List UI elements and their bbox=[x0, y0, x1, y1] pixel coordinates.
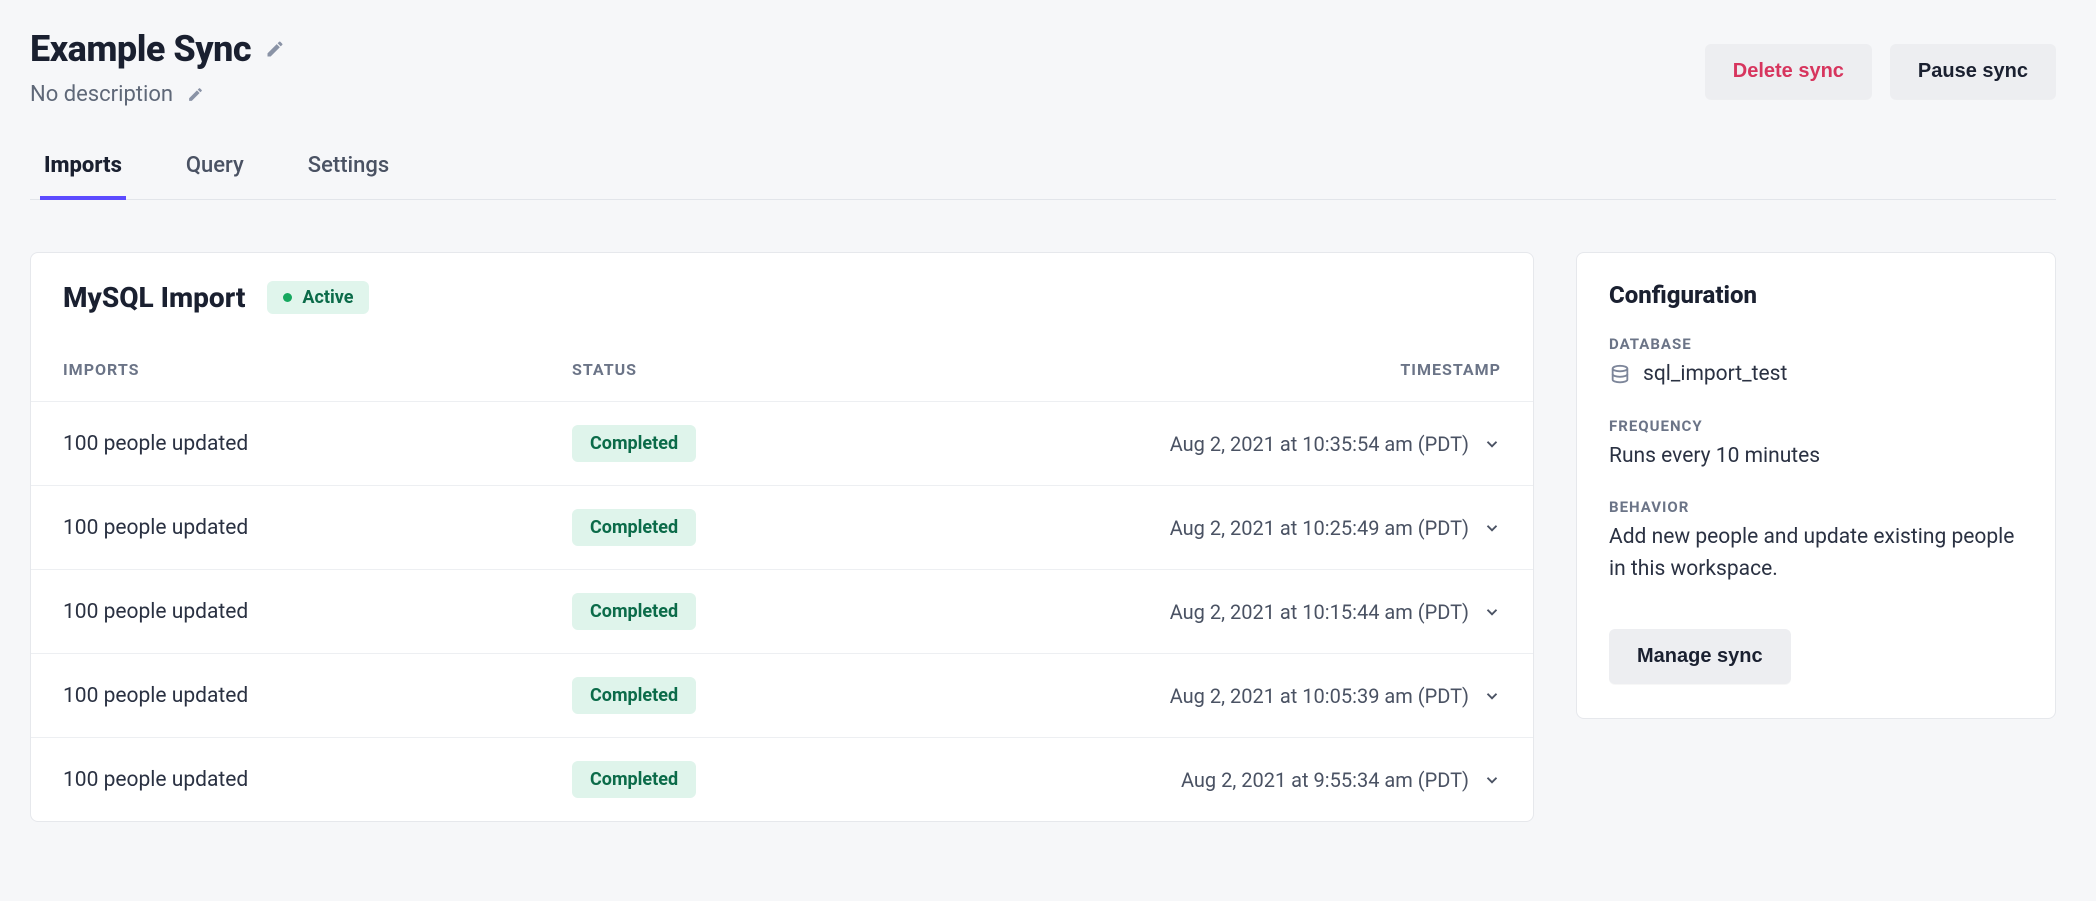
row-timestamp: Aug 2, 2021 at 10:05:39 am (PDT) bbox=[1170, 684, 1469, 708]
config-frequency-value: Runs every 10 minutes bbox=[1609, 441, 2023, 473]
column-header-imports: IMPORTS bbox=[63, 360, 572, 379]
config-frequency-label: FREQUENCY bbox=[1609, 417, 2023, 435]
row-imports: 100 people updated bbox=[63, 432, 572, 456]
table-row[interactable]: 100 people updated Completed Aug 2, 2021… bbox=[31, 401, 1533, 485]
row-imports: 100 people updated bbox=[63, 684, 572, 708]
row-imports: 100 people updated bbox=[63, 600, 572, 624]
column-header-timestamp: TIMESTAMP bbox=[992, 360, 1501, 379]
status-badge: Active bbox=[267, 281, 369, 314]
edit-title-icon[interactable] bbox=[265, 39, 285, 59]
edit-description-icon[interactable] bbox=[187, 86, 204, 103]
row-imports: 100 people updated bbox=[63, 768, 572, 792]
manage-sync-button[interactable]: Manage sync bbox=[1609, 629, 1791, 684]
status-dot-icon bbox=[283, 293, 292, 302]
table-row[interactable]: 100 people updated Completed Aug 2, 2021… bbox=[31, 485, 1533, 569]
row-imports: 100 people updated bbox=[63, 516, 572, 540]
column-header-status: STATUS bbox=[572, 360, 992, 379]
config-database-label: DATABASE bbox=[1609, 335, 2023, 353]
tabs: Imports Query Settings bbox=[30, 153, 2056, 200]
row-status-badge: Completed bbox=[572, 593, 696, 630]
configuration-title: Configuration bbox=[1609, 281, 2023, 309]
row-status-badge: Completed bbox=[572, 677, 696, 714]
table-row[interactable]: 100 people updated Completed Aug 2, 2021… bbox=[31, 737, 1533, 821]
tab-settings[interactable]: Settings bbox=[304, 153, 393, 200]
config-behavior-label: BEHAVIOR bbox=[1609, 498, 2023, 516]
chevron-down-icon[interactable] bbox=[1483, 603, 1501, 621]
chevron-down-icon[interactable] bbox=[1483, 687, 1501, 705]
row-timestamp: Aug 2, 2021 at 9:55:34 am (PDT) bbox=[1181, 768, 1469, 792]
table-row[interactable]: 100 people updated Completed Aug 2, 2021… bbox=[31, 653, 1533, 737]
row-timestamp: Aug 2, 2021 at 10:15:44 am (PDT) bbox=[1170, 600, 1469, 624]
row-status-badge: Completed bbox=[572, 761, 696, 798]
chevron-down-icon[interactable] bbox=[1483, 435, 1501, 453]
row-status-badge: Completed bbox=[572, 509, 696, 546]
chevron-down-icon[interactable] bbox=[1483, 771, 1501, 789]
database-icon bbox=[1609, 364, 1631, 386]
imports-panel: MySQL Import Active IMPORTS STATUS TIMES… bbox=[30, 252, 1534, 822]
row-timestamp: Aug 2, 2021 at 10:25:49 am (PDT) bbox=[1170, 516, 1469, 540]
configuration-panel: Configuration DATABASE sql_import_test F… bbox=[1576, 252, 2056, 719]
table-row[interactable]: 100 people updated Completed Aug 2, 2021… bbox=[31, 569, 1533, 653]
tab-imports[interactable]: Imports bbox=[40, 153, 126, 200]
row-status-badge: Completed bbox=[572, 425, 696, 462]
status-badge-label: Active bbox=[302, 287, 353, 308]
row-timestamp: Aug 2, 2021 at 10:35:54 am (PDT) bbox=[1170, 432, 1469, 456]
tab-query[interactable]: Query bbox=[182, 153, 248, 200]
config-behavior-value: Add new people and update existing peopl… bbox=[1609, 522, 2023, 585]
page-description: No description bbox=[30, 82, 173, 107]
page-title: Example Sync bbox=[30, 28, 251, 70]
pause-sync-button[interactable]: Pause sync bbox=[1890, 44, 2056, 99]
chevron-down-icon[interactable] bbox=[1483, 519, 1501, 537]
imports-panel-title: MySQL Import bbox=[63, 281, 245, 314]
delete-sync-button[interactable]: Delete sync bbox=[1705, 44, 1872, 99]
config-database-value: sql_import_test bbox=[1643, 359, 1787, 391]
